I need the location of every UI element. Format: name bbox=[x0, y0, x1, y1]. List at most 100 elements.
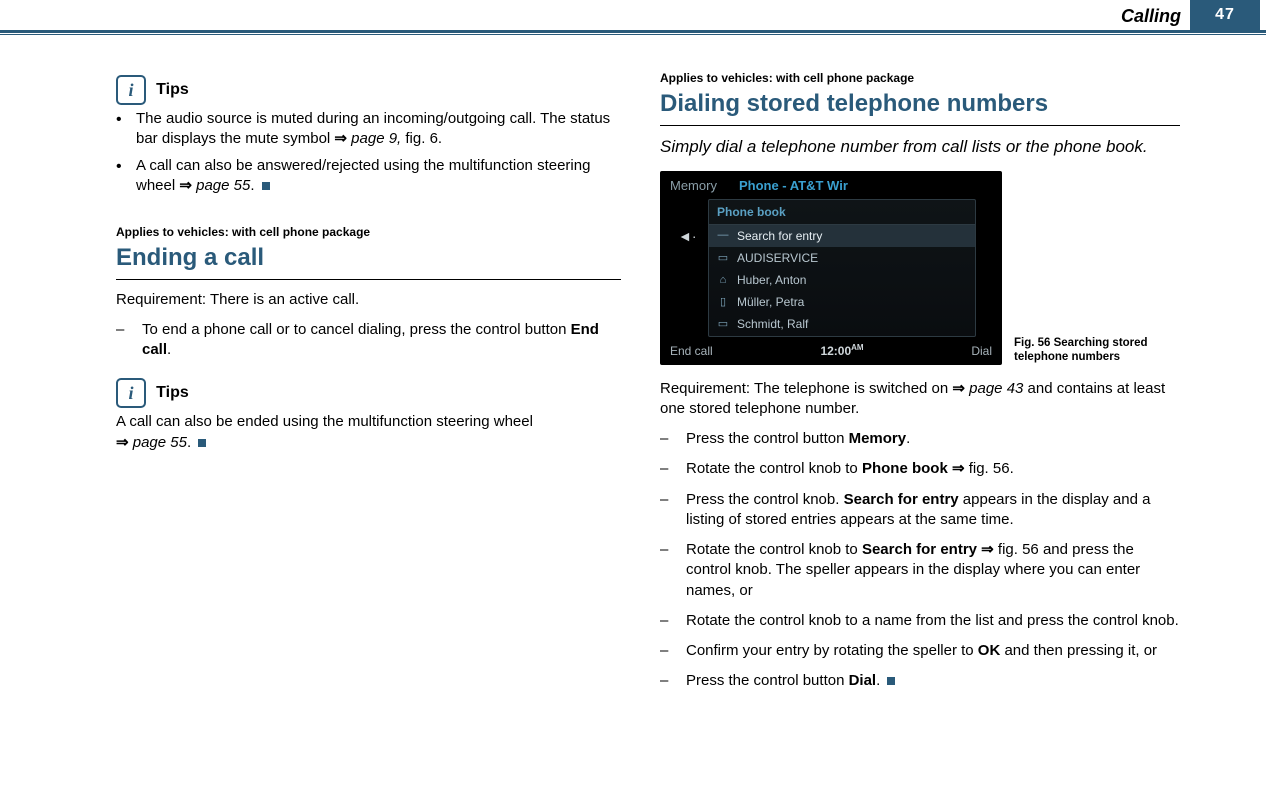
s6-b: and then pressing it, or bbox=[1000, 642, 1157, 659]
step-4: – Rotate the control knob to Search for … bbox=[660, 540, 1180, 601]
fig-row-4-label: Schmidt, Ralf bbox=[737, 316, 808, 332]
end-block-icon bbox=[198, 439, 206, 447]
fig-home-icon: ⌂ bbox=[717, 273, 729, 288]
fig-topbar: Memory Phone - AT&T Wir bbox=[670, 177, 992, 195]
fig-card-icon: ▭ bbox=[717, 251, 729, 266]
arrow-icon: ⇒ bbox=[981, 541, 994, 558]
page: Calling 47 i Tips • The audio source is … bbox=[0, 0, 1266, 801]
step-5-text: Rotate the control knob to a name from t… bbox=[686, 611, 1180, 631]
fig-clock-time: 12:00 bbox=[820, 344, 851, 358]
fig-bottom-left: End call bbox=[670, 343, 713, 359]
fig-top-phone: Phone - AT&T Wir bbox=[739, 177, 848, 195]
fig-chevron-left-icon: ◄· bbox=[678, 227, 697, 246]
tips-2-body: A call can also be ended using the multi… bbox=[116, 412, 621, 453]
dash-icon: – bbox=[116, 320, 142, 361]
tip-item-1: • The audio source is muted during an in… bbox=[116, 109, 621, 150]
tip-1-part-b: fig. 6. bbox=[401, 130, 442, 147]
step-7: – Press the control button Dial. bbox=[660, 671, 1180, 691]
step-1: – Press the control button Memory. bbox=[660, 429, 1180, 449]
tip-2-ref: page 55 bbox=[196, 177, 250, 194]
step-end-call: – To end a phone call or to cancel diali… bbox=[116, 320, 621, 361]
s4-bold: Search for entry bbox=[862, 541, 977, 558]
tips-2-ref: page 55 bbox=[133, 434, 187, 451]
tip-item-2: • A call can also be answered/rejected u… bbox=[116, 156, 621, 197]
dash-icon: – bbox=[660, 611, 686, 631]
s1-bold: Memory bbox=[849, 430, 907, 447]
figure-56-screen: Memory Phone - AT&T Wir ◄· ▶ Phone book … bbox=[660, 171, 1002, 365]
end-block-icon bbox=[262, 182, 270, 190]
step-1-text: Press the control button Memory. bbox=[686, 429, 1180, 449]
tips-heading-2: i Tips bbox=[116, 378, 621, 408]
requirement-text: Requirement: The telephone is switched o… bbox=[660, 379, 1180, 420]
dash-icon: – bbox=[660, 459, 686, 479]
arrow-icon: ⇒ bbox=[952, 460, 965, 477]
req-a: Requirement: The telephone is switched o… bbox=[660, 380, 952, 397]
section-rule bbox=[660, 125, 1180, 126]
req-ref: page 43 bbox=[969, 380, 1023, 397]
s7-b: . bbox=[876, 672, 880, 689]
section-rule bbox=[116, 279, 621, 280]
fig-panel-title: Phone book bbox=[709, 200, 975, 225]
dash-icon: – bbox=[660, 540, 686, 601]
step-3: – Press the control knob. Search for ent… bbox=[660, 490, 1180, 531]
fig-row-3: ▯ Müller, Petra bbox=[709, 291, 975, 313]
applies-note: Applies to vehicles: with cell phone pac… bbox=[116, 224, 621, 240]
step-6: – Confirm your entry by rotating the spe… bbox=[660, 641, 1180, 661]
left-column: i Tips • The audio source is muted durin… bbox=[116, 75, 621, 453]
tips-label: Tips bbox=[156, 81, 189, 98]
dash-icon: – bbox=[660, 490, 686, 531]
step-6-text: Confirm your entry by rotating the spell… bbox=[686, 641, 1180, 661]
s7-a: Press the control button bbox=[686, 672, 849, 689]
fig-row-3-label: Müller, Petra bbox=[737, 294, 804, 310]
tips-2-b: . bbox=[187, 434, 191, 451]
header-rule-thin bbox=[0, 34, 1266, 35]
tip-2-part-b: . bbox=[250, 177, 254, 194]
s4-a: Rotate the control knob to bbox=[686, 541, 862, 558]
fig-top-memory: Memory bbox=[670, 177, 717, 195]
s6-bold: OK bbox=[978, 642, 1001, 659]
end-block-icon bbox=[887, 677, 895, 685]
section-lede: Simply dial a telephone number from call… bbox=[660, 136, 1180, 159]
page-number-tab: 47 bbox=[1190, 0, 1260, 30]
right-column: Applies to vehicles: with cell phone pac… bbox=[660, 70, 1180, 702]
fig-row-2-label: Huber, Anton bbox=[737, 272, 806, 288]
tip-1-ref: page 9, bbox=[351, 130, 401, 147]
dash-icon: – bbox=[660, 671, 686, 691]
section-heading-dialing: Dialing stored telephone numbers bbox=[660, 88, 1180, 120]
tip-1-text: The audio source is muted during an inco… bbox=[136, 109, 621, 150]
fig-bottom-bar: End call 12:00AM Dial bbox=[670, 343, 992, 359]
arrow-icon: ⇒ bbox=[334, 130, 347, 147]
section-heading-ending-call: Ending a call bbox=[116, 242, 621, 274]
s6-a: Confirm your entry by rotating the spell… bbox=[686, 642, 978, 659]
fig-row-1: ▭ AUDISERVICE bbox=[709, 247, 975, 269]
s7-bold: Dial bbox=[849, 672, 877, 689]
s1-a: Press the control button bbox=[686, 430, 849, 447]
arrow-icon: ⇒ bbox=[952, 380, 965, 397]
fig-mobile-icon: ▯ bbox=[717, 295, 729, 310]
arrow-icon: ⇒ bbox=[116, 434, 129, 451]
s2-a: Rotate the control knob to bbox=[686, 460, 862, 477]
figure-56-caption: Fig. 56 Searching stored telephone numbe… bbox=[1014, 336, 1154, 365]
s2-bold: Phone book bbox=[862, 460, 948, 477]
tips-heading: i Tips bbox=[116, 75, 621, 105]
bullet-icon: • bbox=[116, 156, 136, 197]
s1-b: . bbox=[906, 430, 910, 447]
fig-row-4: ▭ Schmidt, Ralf bbox=[709, 313, 975, 335]
step-3-text: Press the control knob. Search for entry… bbox=[686, 490, 1180, 531]
fig-clock-suffix: AM bbox=[851, 343, 863, 352]
tips-2-a: A call can also be ended using the multi… bbox=[116, 413, 533, 430]
step-a: To end a phone call or to cancel dialing… bbox=[142, 321, 571, 338]
step-a-tail: . bbox=[167, 341, 171, 358]
s3-bold: Search for entry bbox=[844, 491, 959, 508]
s3-a: Press the control knob. bbox=[686, 491, 844, 508]
s2-b: fig. 56. bbox=[965, 460, 1014, 477]
fig-dash-icon: — bbox=[717, 228, 729, 243]
figure-56: Memory Phone - AT&T Wir ◄· ▶ Phone book … bbox=[660, 171, 1180, 365]
header-section-title: Calling bbox=[1121, 6, 1181, 27]
dash-icon: – bbox=[660, 641, 686, 661]
applies-note: Applies to vehicles: with cell phone pac… bbox=[660, 70, 1180, 86]
fig-panel: Phone book — Search for entry ▭ AUDISERV… bbox=[708, 199, 976, 337]
fig-bottom-right: Dial bbox=[971, 343, 992, 359]
dash-icon: – bbox=[660, 429, 686, 449]
tips-label: Tips bbox=[156, 385, 189, 402]
